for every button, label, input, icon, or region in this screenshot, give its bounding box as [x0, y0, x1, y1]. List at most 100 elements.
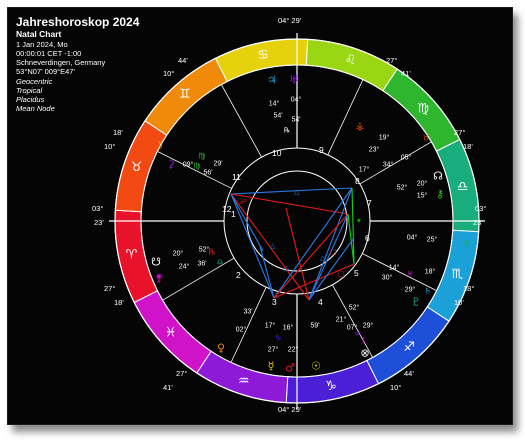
planet-degree: 22° — [288, 346, 299, 354]
planet-degree: 30° — [382, 274, 393, 282]
planet-degree: 54' — [273, 113, 282, 120]
chart-type: Natal Chart — [16, 29, 62, 39]
degree-bottom-right-a: 44' — [404, 369, 414, 378]
trine-symbol: △ — [270, 242, 276, 250]
retrograde-mark: ℞ — [284, 127, 290, 135]
chart-coords: 53°N07' 009°E47' — [16, 67, 75, 76]
virgo-small-icon: ♍ — [193, 162, 200, 171]
degree-lower-right-b: 10' — [454, 298, 464, 307]
virgo-small-icon: ♍ — [198, 152, 205, 161]
option-tropical: Tropical — [16, 86, 42, 95]
degree-right-a: 27° — [454, 128, 465, 137]
planet-degree: 24° — [179, 263, 190, 271]
planet-degree: 20° — [173, 250, 184, 258]
cancer-icon: ♋ — [257, 48, 269, 63]
aquarius-icon: ♒ — [238, 374, 250, 389]
lilith-icon: ⚸ — [361, 336, 367, 345]
aries-icon: ♈ — [126, 247, 138, 262]
planet-degree: 29° — [405, 286, 416, 294]
chart-window: Jahreshoroskop 2024 Natal Chart 1 Jan 20… — [7, 7, 513, 425]
house-1: 1 — [231, 209, 236, 219]
jupiter-icon: ♃ — [267, 74, 277, 87]
degree-upper-left-b: 44' — [178, 56, 188, 65]
trine-symbol: △ — [284, 264, 290, 272]
house-8: 8 — [355, 176, 360, 186]
planet-degree: 15° — [417, 192, 428, 200]
degree-lower-left-a: 27° — [104, 284, 115, 293]
house-9: 9 — [319, 145, 324, 155]
scorpio-icon: ♏ — [452, 267, 464, 282]
planet-degree: 05° — [401, 154, 412, 162]
square-symbol: □ — [330, 248, 337, 256]
uranus-icon: ♅ — [289, 74, 299, 87]
leo-icon: ♌ — [345, 53, 357, 68]
planet-degree: 14° — [269, 100, 280, 108]
option-placidus: Placidus — [16, 95, 45, 104]
capricorn-icon: ♑ — [325, 379, 337, 394]
planet-degree: 56' — [203, 170, 212, 177]
house-3: 3 — [272, 297, 277, 307]
taurus-small-icon: ♉ — [422, 134, 429, 143]
planet-degree: 09° — [183, 161, 194, 169]
chart-title: Jahreshoroskop 2024 — [16, 15, 140, 29]
trine-symbol: △ — [320, 254, 326, 262]
degree-left-b: 10° — [104, 142, 115, 151]
chart-date: 1 Jan 2024, Mo — [16, 40, 68, 49]
capricorn-small-icon: ♑ — [274, 334, 281, 343]
saturn-icon: ♄ — [424, 287, 431, 296]
option-geocentric: Geocentric — [16, 77, 53, 86]
retrograde-mark: ℞ — [208, 248, 215, 257]
venus-icon: ♀ — [217, 342, 225, 355]
degree-lower-left-b: 18' — [114, 298, 124, 307]
sagittarius-icon: ♐ — [403, 340, 415, 355]
header-block: Jahreshoroskop 2024 Natal Chart 1 Jan 20… — [16, 15, 140, 113]
virgo-icon: ♍ — [418, 101, 430, 116]
south-node-icon: ☋ — [151, 256, 161, 269]
planet-degree: 02° — [236, 326, 247, 334]
degree-right-mid-a: 03° — [475, 204, 486, 213]
planet-degree: 23° — [369, 146, 380, 154]
planet-degree: 52° — [349, 304, 360, 312]
degree-bottom-left-b: 41' — [163, 383, 173, 392]
chart-place: Schneverdingen, Germany — [16, 58, 105, 67]
horoscope-chart: Jahreshoroskop 2024 Natal Chart 1 Jan 20… — [16, 15, 486, 414]
house-2: 2 — [236, 270, 241, 280]
planet-degree: 52° — [397, 184, 408, 192]
juno-icon: ⚵ — [155, 272, 163, 285]
house-11: 11 — [232, 172, 241, 182]
house-7: 7 — [367, 198, 372, 208]
degree-bottom-left-a: 27° — [176, 369, 187, 378]
degree-upper-left-a: 10° — [163, 69, 174, 78]
planet-degree: 18° — [425, 268, 436, 276]
planet-degree: 54' — [291, 117, 300, 124]
degree-left-mid-b: 23' — [94, 218, 104, 227]
planet-degree: 27° — [268, 346, 279, 354]
degree-bottom: 04° 29' — [278, 405, 302, 414]
house-10: 10 — [272, 148, 282, 158]
planet-degree: 29' — [213, 161, 222, 168]
node-icon: ☊ — [433, 170, 443, 183]
degree-top: 04° 29' — [278, 16, 302, 25]
house-4: 4 — [318, 297, 323, 307]
planet-degree: 25° — [427, 236, 438, 244]
square-symbol: □ — [338, 270, 345, 278]
degree-lower-right-a: 18° — [463, 284, 474, 293]
planet-degree: 04° — [291, 96, 302, 104]
ceres-icon: ⚳ — [167, 158, 175, 171]
opposition-symbol: ☍ — [240, 198, 247, 206]
mercury-icon: ☿ — [268, 360, 275, 373]
part-of-fortune-icon: ⊗ — [360, 347, 369, 360]
planet-degree: 14° — [389, 264, 400, 272]
planet-degree: 17° — [265, 322, 276, 330]
neptune-icon: ♆ — [462, 238, 472, 251]
planet-degree: 36' — [197, 261, 206, 268]
planet-degree: 19° — [379, 134, 390, 142]
house-6: 6 — [365, 233, 370, 243]
degree-left-mid-a: 03° — [92, 204, 103, 213]
planet-degree: 33' — [243, 309, 252, 316]
gemini-icon: ♊ — [179, 87, 191, 102]
degree-bottom-right-b: 10° — [390, 383, 401, 392]
sun-icon: ☉ — [311, 360, 321, 373]
degree-upper-right-a: 27° — [386, 56, 397, 65]
house-12: 12 — [222, 204, 232, 214]
